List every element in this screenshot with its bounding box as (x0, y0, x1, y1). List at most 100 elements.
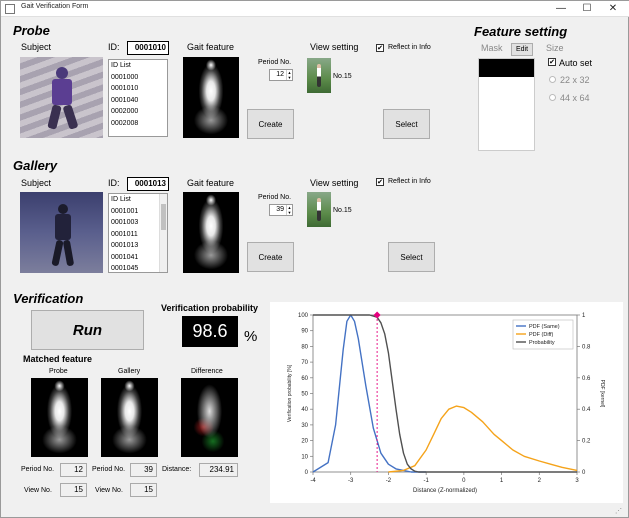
window-title: Gait Verification Form (21, 3, 89, 10)
matched-probe-view-value: 15 (60, 483, 87, 497)
percent-sign: % (244, 328, 258, 345)
close-button[interactable]: ✕ (602, 1, 624, 17)
legend-label: PDF (Same) (529, 324, 560, 330)
y2-tick-label: 0.4 (582, 407, 591, 413)
matched-probe-period-value: 12 (60, 463, 87, 477)
distance-label: Distance: (162, 466, 192, 473)
y2-tick-label: 1 (582, 313, 586, 319)
y2-tick-label: 0.2 (582, 439, 591, 445)
matched-difference-image (181, 378, 238, 457)
probe-subject-photo (20, 57, 103, 138)
mask-preview (478, 58, 535, 151)
y-tick-label: 70 (301, 360, 308, 366)
probe-period-value: 12 (276, 71, 284, 78)
run-button[interactable]: Run (31, 310, 144, 350)
size-radio-44x64[interactable] (549, 94, 556, 101)
resize-grip-icon[interactable]: ⋰ (615, 507, 625, 517)
list-item[interactable]: 0002008 (109, 118, 167, 130)
gallery-view-thumbnail (307, 192, 331, 227)
distance-value: 234.91 (199, 463, 238, 477)
probe-id-list-header: ID List (111, 62, 131, 69)
gallery-period-label: Period No. (258, 194, 292, 201)
y-tick-label: 20 (301, 439, 308, 445)
y2-tick-label: 0.6 (582, 376, 591, 382)
y-tick-label: 80 (301, 344, 308, 350)
probe-create-button[interactable]: Create (247, 109, 294, 139)
gallery-gait-feature-image (183, 192, 239, 273)
matched-probe-period-label: Period No. (21, 466, 55, 473)
app-icon (5, 4, 15, 14)
matched-feature-label: Matched feature (23, 354, 93, 364)
probe-reflect-checkbox[interactable]: ✔ (376, 44, 384, 52)
auto-set-checkbox[interactable]: ✔ (548, 58, 556, 66)
gallery-select-button[interactable]: Select (388, 242, 435, 272)
probe-gait-feature-image (183, 57, 239, 138)
x-tick-label: -3 (348, 478, 354, 484)
minimize-button[interactable]: — (550, 1, 572, 17)
gallery-id-label: ID: (108, 178, 120, 188)
x-tick-label: -2 (386, 478, 392, 484)
list-item[interactable]: 0001010 (109, 83, 167, 95)
gallery-view-number: No.15 (333, 207, 352, 214)
probe-view-number: No.15 (333, 73, 352, 80)
x-tick-label: 1 (500, 478, 504, 484)
matched-gallery-period-label: Period No. (92, 466, 126, 473)
stepper-arrows-icon[interactable]: ▲ ▼ (286, 205, 292, 215)
y-tick-label: 60 (301, 376, 308, 382)
x-tick-label: 3 (575, 478, 579, 484)
probe-view-thumbnail (307, 58, 331, 93)
main-window: Gait Verification Form — ☐ ✕ Probe Subje… (0, 0, 629, 518)
size-option-22x32: 22 x 32 (560, 75, 590, 85)
verification-chart-panel: -4 -3 -2 -1 0 1 2 3 0 10 20 30 40 50 60 70 80 90 100 0 0.2 0.… (270, 302, 623, 503)
series-line-pdf-same (312, 314, 427, 473)
list-item[interactable]: 0001040 (109, 95, 167, 107)
matched-probe-view-label: View No. (24, 487, 52, 494)
size-radio-22x32[interactable] (549, 76, 556, 83)
gallery-create-button[interactable]: Create (247, 242, 294, 272)
threshold-marker-point (373, 311, 381, 319)
probe-id-listbox[interactable]: ID List 0001000 0001010 0001040 0002000 … (108, 59, 168, 137)
y-tick-label: 100 (298, 313, 309, 319)
matched-gallery-view-label: View No. (95, 487, 123, 494)
list-item[interactable]: 0002000 (109, 106, 167, 118)
probe-period-stepper[interactable]: 12 ▲ ▼ (269, 69, 293, 81)
stepper-arrows-icon[interactable]: ▲ ▼ (286, 70, 292, 80)
verification-probability-value: 98.6 (182, 316, 238, 347)
gallery-id-input[interactable]: 0001013 (127, 177, 169, 191)
gallery-reflect-label: Reflect in Info (388, 178, 431, 185)
y2-axis-label: PDF [kernel] (599, 380, 605, 408)
maximize-button[interactable]: ☐ (576, 1, 598, 17)
verification-section-title: Verification (13, 291, 84, 306)
gallery-view-setting-label: View setting (310, 178, 359, 188)
gallery-period-stepper[interactable]: 39 ▲ ▼ (269, 204, 293, 216)
list-item[interactable]: 0001000 (109, 72, 167, 84)
mask-label: Mask (481, 43, 503, 53)
y-axis-label: Verification probability [%] (287, 364, 293, 422)
y-tick-label: 30 (301, 423, 308, 429)
verification-chart: -4 -3 -2 -1 0 1 2 3010203040506070809010000.20.… (287, 311, 605, 494)
gallery-list-scrollbar[interactable] (159, 194, 167, 272)
matched-gallery-image (101, 378, 158, 457)
size-option-44x64: 44 x 64 (560, 93, 590, 103)
verification-probability-label: Verification probability (161, 303, 259, 313)
probe-reflect-label: Reflect in Info (388, 44, 431, 51)
probe-id-input[interactable]: 0001010 (127, 41, 169, 55)
gallery-section-title: Gallery (13, 158, 58, 173)
gallery-reflect-checkbox[interactable]: ✔ (376, 178, 384, 186)
probe-view-setting-label: View setting (310, 42, 359, 52)
y2-tick-label: 0 (582, 470, 586, 476)
size-label: Size (546, 43, 564, 53)
y-tick-label: 0 (305, 470, 309, 476)
matched-difference-column: Difference (191, 368, 223, 375)
mask-edit-button[interactable]: Edit (511, 43, 533, 56)
probe-select-button[interactable]: Select (383, 109, 430, 139)
y-tick-label: 10 (301, 454, 308, 460)
legend-label: PDF (Diff) (529, 332, 554, 338)
probe-period-label: Period No. (258, 59, 292, 66)
gallery-subject-label: Subject (21, 178, 52, 188)
matched-gallery-column: Gallery (118, 368, 141, 375)
auto-set-label: Auto set (559, 58, 593, 68)
matched-gallery-view-value: 15 (130, 483, 157, 497)
y2-tick-label: 0.8 (582, 344, 591, 350)
gallery-id-listbox[interactable]: ID List 0001001 0001003 0001011 0001013 … (108, 193, 168, 273)
